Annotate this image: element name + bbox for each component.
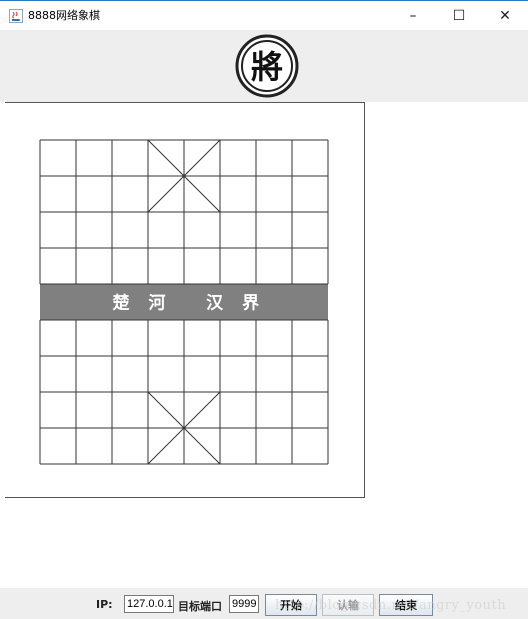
ip-input[interactable]: 127.0.0.1	[124, 595, 174, 613]
title-bar: 8888网络象棋 – ☐ ✕	[0, 0, 528, 30]
start-button[interactable]: 开始	[265, 594, 317, 616]
minimize-icon: –	[409, 8, 417, 24]
river-label-char: 界	[242, 293, 259, 313]
minimize-button[interactable]: –	[390, 1, 436, 31]
ip-label: IP:	[96, 598, 113, 611]
river-label-char: 楚	[113, 292, 131, 313]
window-title: 8888网络象棋	[28, 9, 100, 22]
close-button[interactable]: ✕	[482, 1, 528, 31]
river-label-char: 河	[149, 293, 166, 313]
bottom-toolbar	[0, 588, 528, 619]
river-band	[40, 284, 328, 320]
chess-board[interactable]: 楚河 汉界	[5, 103, 365, 499]
maximize-button[interactable]: ☐	[436, 1, 482, 31]
target-port-input[interactable]: 9999	[229, 595, 259, 613]
maximize-icon: ☐	[452, 8, 466, 24]
board-panel: 楚河 汉界	[5, 102, 365, 498]
surrender-button[interactable]: 认输	[322, 594, 374, 616]
general-piece-icon: 將	[235, 34, 299, 98]
end-button[interactable]: 结束	[379, 594, 433, 616]
java-app-icon	[9, 9, 23, 23]
river-label-char: 汉	[206, 293, 224, 313]
general-piece-char: 將	[251, 48, 283, 86]
target-port-label: 目标端口	[178, 600, 222, 613]
close-icon: ✕	[499, 8, 511, 24]
